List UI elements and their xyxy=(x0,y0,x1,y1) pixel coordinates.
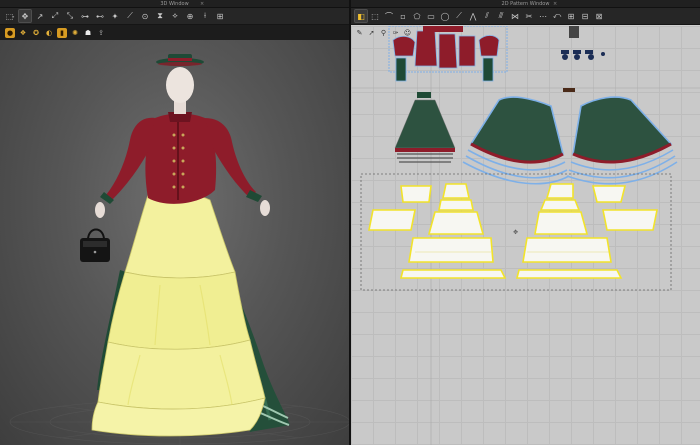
pattern-layout[interactable]: ✥ xyxy=(351,26,700,445)
transform-icon[interactable]: ⤢ xyxy=(49,10,61,22)
texture-display-icon[interactable]: ◐ xyxy=(44,28,54,38)
close-icon[interactable]: × xyxy=(553,1,557,7)
polygon-icon[interactable]: ⬠ xyxy=(411,10,423,22)
pin-tool-icon[interactable]: ⚲ xyxy=(379,28,388,37)
handbag xyxy=(80,228,110,262)
red-jacket xyxy=(100,112,262,204)
avatar-head xyxy=(156,54,204,114)
fabric-icon[interactable]: ☗ xyxy=(83,28,93,38)
tack-icon[interactable]: ⊷ xyxy=(94,10,106,22)
avatar-icon[interactable]: ✦ xyxy=(109,10,121,22)
3d-viewport[interactable] xyxy=(0,40,349,445)
edit-curvature-icon[interactable]: ⌒ xyxy=(383,10,395,22)
2d-toolbar: ◧ ⬚ ⌒ ▫ ⬠ ▭ ◯ ⟋ ⋀ ⫽ ⫻ ⋈ ✂ ⋯ ⤺ ⊞ ⊟ ⊠ xyxy=(351,8,700,25)
3d-window-titlebar: 3D Window × xyxy=(0,0,349,8)
avatar-display-icon[interactable]: ● xyxy=(5,28,15,38)
zip-icon[interactable]: ⧗ xyxy=(154,10,166,22)
accessory-patterns xyxy=(561,26,605,92)
3d-window-title: 3D Window xyxy=(160,1,189,7)
internal-line-icon[interactable]: ⟋ xyxy=(453,10,465,22)
garment-display-icon[interactable]: ❖ xyxy=(18,28,28,38)
topstitch-icon[interactable]: ⋯ xyxy=(537,10,549,22)
clo3d-app: 3D Window × ⬚ ▾ ✥ ↗ ⤢ ⤡ ⊶ ⊷ ✦ ⟋ ⊙ ⧗ ⟡ ⊕ ⟊… xyxy=(0,0,700,445)
yellow-skirt xyxy=(91,192,266,437)
avatar-scene[interactable] xyxy=(0,40,349,445)
pattern-display-icon[interactable]: ✪ xyxy=(31,28,41,38)
segment-seam-icon[interactable]: ⋈ xyxy=(509,10,521,22)
snap-icon[interactable]: ⊠ xyxy=(593,10,605,22)
fold-icon[interactable]: ⤡ xyxy=(64,10,76,22)
button-icon[interactable]: ⊙ xyxy=(139,10,151,22)
select-mesh-icon[interactable]: ⬚ ▾ xyxy=(4,10,16,22)
2d-side-toolbar: ✎ ➚ ⚲ ✑ ☺ xyxy=(355,28,412,37)
trim-icon[interactable]: ⊞ xyxy=(214,10,226,22)
arrange-icon[interactable]: ⊞ xyxy=(565,10,577,22)
free-seam-icon[interactable]: ⫻ xyxy=(495,10,507,22)
seam-icon[interactable]: ⫽ xyxy=(481,10,493,22)
xray-icon[interactable]: ⊕ xyxy=(184,10,196,22)
texture-icon[interactable]: ⟊ xyxy=(199,10,211,22)
close-icon[interactable]: × xyxy=(200,1,204,7)
pin-icon[interactable]: ⊶ xyxy=(79,10,91,22)
grid-icon[interactable]: ⊟ xyxy=(579,10,591,22)
export-icon[interactable]: ⇪ xyxy=(96,28,106,38)
3d-display-toolbar: ● ❖ ✪ ◐ ▮ ✺ ☗ ⇪ xyxy=(0,26,349,40)
arrow-icon[interactable]: ➚ xyxy=(367,28,376,37)
2d-window-titlebar: 2D Pattern Window × xyxy=(351,0,700,8)
3d-toolbar: ⬚ ▾ ✥ ↗ ⤢ ⤡ ⊶ ⊷ ✦ ⟋ ⊙ ⧗ ⟡ ⊕ ⟊ ⊞ xyxy=(0,8,349,25)
needle-icon[interactable]: ✑ xyxy=(391,28,400,37)
measure-icon[interactable]: ⟋ xyxy=(124,10,136,22)
rotate-icon[interactable]: ↗ xyxy=(34,10,46,22)
back-skirt-patterns xyxy=(462,96,678,185)
edit-pattern-icon[interactable]: ⬚ xyxy=(369,10,381,22)
bone-icon[interactable]: ⟡ xyxy=(169,10,181,22)
move-icon[interactable]: ✥ xyxy=(18,9,32,23)
circle-icon[interactable]: ◯ xyxy=(439,10,451,22)
fold-tool-icon[interactable]: ⤺ xyxy=(551,10,563,22)
2d-pattern-window: 2D Pattern Window × ◧ ⬚ ⌒ ▫ ⬠ ▭ ◯ ⟋ ⋀ ⫽ … xyxy=(351,0,700,445)
3d-window: 3D Window × ⬚ ▾ ✥ ↗ ⤢ ⤡ ⊶ ⊷ ✦ ⟋ ⊙ ⧗ ⟡ ⊕ ⟊… xyxy=(0,0,349,445)
avatar-tool-icon[interactable]: ☺ xyxy=(403,28,412,37)
skin-icon[interactable]: ✺ xyxy=(70,28,80,38)
lighting-icon[interactable]: ▮ xyxy=(57,28,67,38)
front-skirt-pattern xyxy=(394,92,456,163)
2d-viewport[interactable]: ✎ ➚ ⚲ ✑ ☺ ✥ xyxy=(351,26,700,445)
selection-center-marker: ✥ xyxy=(513,229,518,236)
add-point-icon[interactable]: ▫ xyxy=(397,10,409,22)
trim-tool-icon[interactable]: ✂ xyxy=(523,10,535,22)
pen-icon[interactable]: ✎ xyxy=(355,28,364,37)
dart-icon[interactable]: ⋀ xyxy=(467,10,479,22)
2d-window-title: 2D Pattern Window xyxy=(501,1,550,7)
transform-pattern-icon[interactable]: ◧ xyxy=(354,9,368,23)
rectangle-icon[interactable]: ▭ xyxy=(425,10,437,22)
